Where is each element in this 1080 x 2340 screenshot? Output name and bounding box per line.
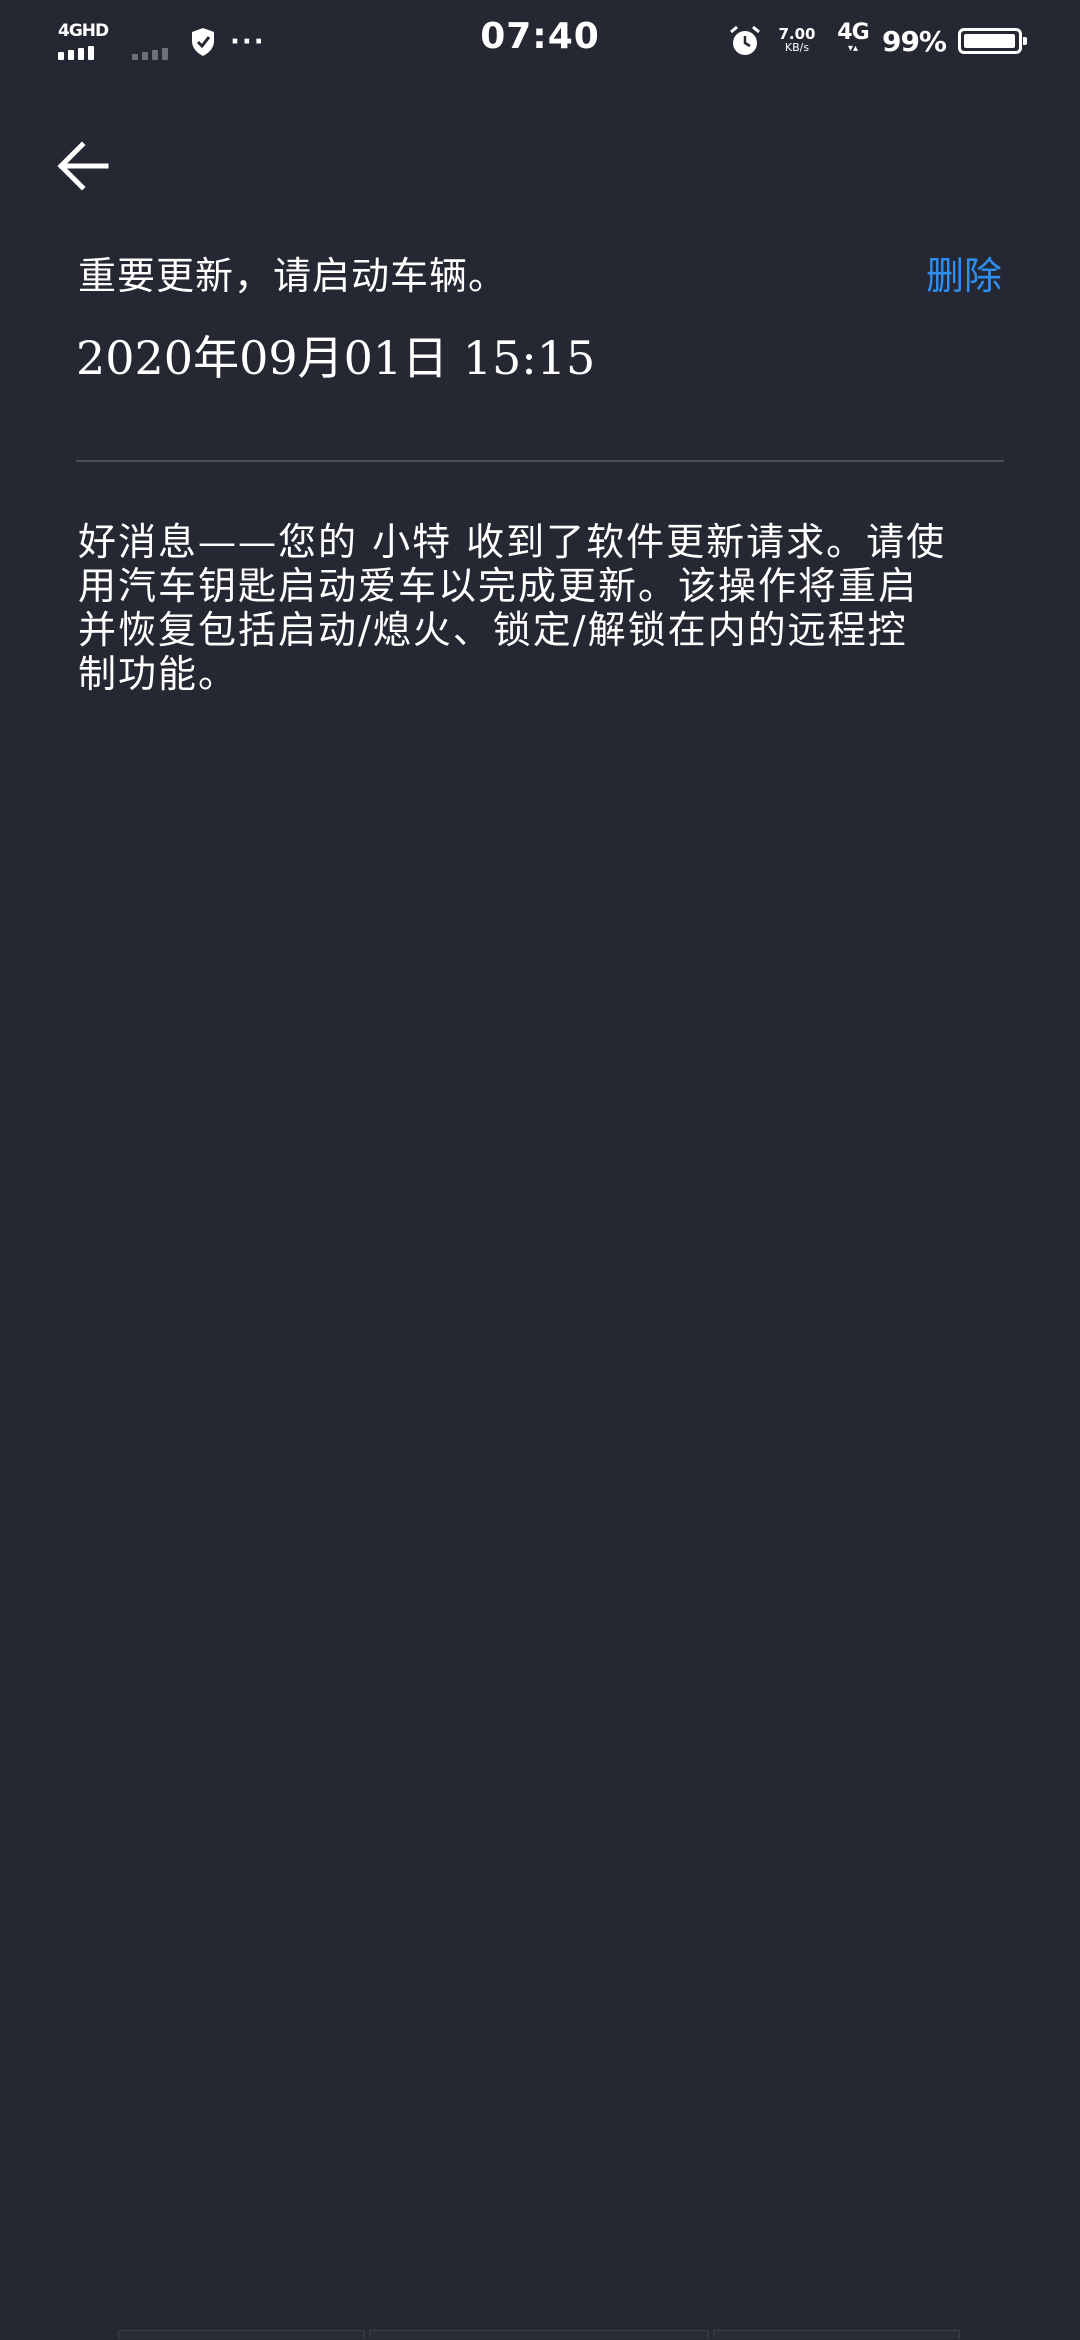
battery-fill [964, 34, 1016, 48]
message-date: 2020年09月01日 15:15 [76, 331, 596, 385]
delete-button[interactable]: 删除 [926, 248, 1002, 304]
network-speed-value: 7.00 [778, 25, 816, 43]
message-title: 重要更新，请启动车辆。 [78, 254, 508, 298]
network-speed-unit: KB/s [784, 41, 810, 54]
divider [76, 460, 1004, 462]
nav-segment-center[interactable] [368, 2330, 710, 2339]
status-right: 7.00 KB/s 4G ▾▴ 99% [728, 18, 1027, 64]
battery-icon [958, 28, 1027, 54]
alarm-icon [730, 25, 760, 55]
battery-percent: 99% [881, 24, 947, 58]
nav-segment-right[interactable] [713, 2330, 960, 2339]
mobile-data-icon: 4G ▾▴ [834, 20, 872, 57]
back-button[interactable] [56, 138, 112, 194]
navigation-bar[interactable] [118, 2330, 960, 2340]
message-body: 好消息——您的 小特 收到了软件更新请求。请使 用汽车钥匙启动爱车以完成更新。该… [78, 520, 947, 696]
nav-segment-left[interactable] [118, 2330, 365, 2339]
mobile-data-label: 4G [837, 20, 869, 45]
arrow-left-icon [57, 141, 109, 191]
network-speed: 7.00 KB/s [774, 27, 820, 55]
status-bar: 4GHD ··· 07:40 7.00 KB/s 4G ▾▴ 99% [0, 0, 1080, 84]
